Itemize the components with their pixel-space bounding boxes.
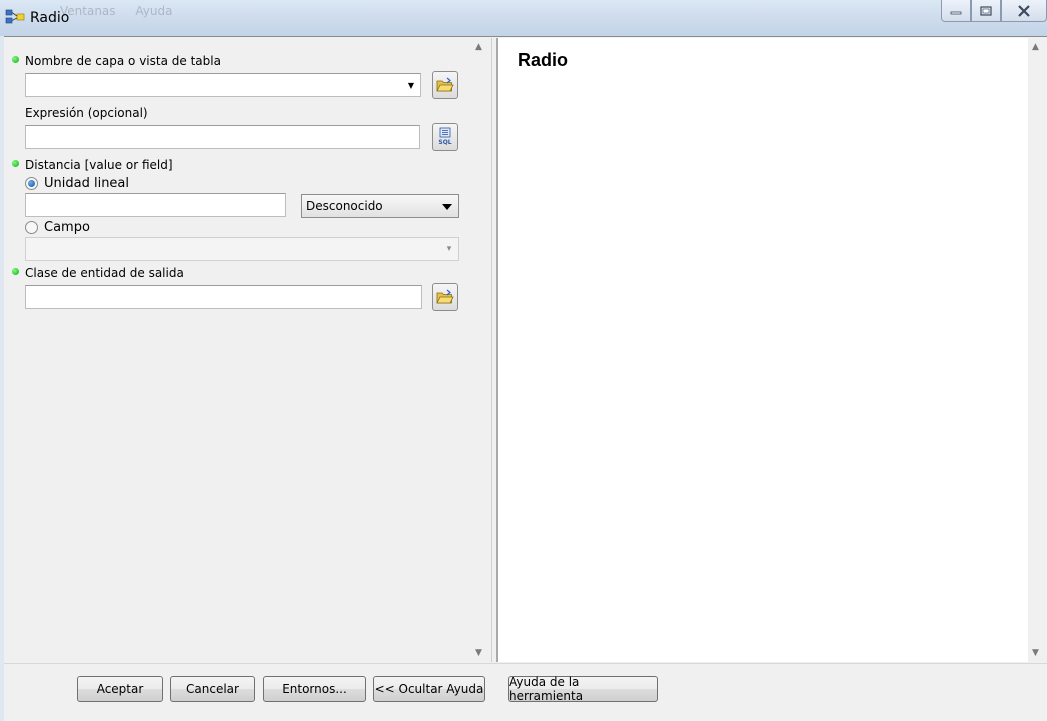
cancel-button-label: Cancelar (186, 682, 239, 696)
hide-help-button-label: << Ocultar Ayuda (374, 682, 484, 696)
linear-unit-input[interactable] (25, 193, 286, 217)
background-menu: Ventanas Ayuda (60, 4, 188, 18)
scroll-up-icon[interactable]: ▲ (475, 42, 482, 52)
background-menu-item: Ayuda (135, 4, 173, 18)
maximize-icon (980, 5, 992, 16)
tool-help-button-label: Ayuda de la herramienta (509, 675, 584, 703)
input-layer-browse-button[interactable] (432, 71, 458, 99)
output-input[interactable] (25, 285, 422, 309)
sql-icon: SQL (438, 127, 452, 146)
help-scrollbar[interactable]: ▲ ▼ (1028, 38, 1046, 662)
chevron-down-icon[interactable]: ▼ (404, 77, 418, 93)
button-bar: Aceptar Cancelar Entornos... << Ocultar … (4, 663, 1047, 721)
sql-text: SQL (438, 139, 451, 146)
required-indicator-icon (12, 56, 19, 63)
field-radio[interactable] (25, 221, 38, 234)
help-panel: Radio (496, 38, 1030, 662)
expression-label: Expresión (opcional) (25, 106, 148, 120)
parameters-panel: Nombre de capa o vista de tabla ▼ Expres… (4, 38, 492, 662)
distance-label: Distancia [value or field] (25, 158, 173, 172)
output-browse-button[interactable] (432, 283, 458, 311)
ok-button-label: Aceptar (96, 682, 144, 696)
expression-input[interactable] (25, 125, 420, 149)
input-layer-label: Nombre de capa o vista de tabla (25, 54, 221, 68)
sql-builder-button[interactable]: SQL (432, 123, 458, 151)
unit-select[interactable]: Desconocido (301, 194, 459, 218)
field-label: Campo (44, 220, 90, 235)
minimize-icon (950, 11, 962, 14)
field-combobox: ▾ (25, 237, 459, 261)
open-folder-icon (436, 77, 454, 92)
tool-help-button[interactable]: Ayuda de la herramienta (508, 675, 658, 703)
chevron-down-icon (442, 204, 452, 210)
scroll-down-icon[interactable]: ▼ (1032, 648, 1039, 658)
ok-button[interactable]: Aceptar (77, 676, 163, 702)
window-controls (941, 0, 1047, 22)
input-layer-combobox[interactable]: ▼ (25, 73, 421, 97)
required-indicator-icon (12, 160, 19, 167)
close-button[interactable] (1001, 0, 1047, 22)
dialog-body: Nombre de capa o vista de tabla ▼ Expres… (4, 36, 1047, 721)
parameters-scrollbar[interactable]: ▲ ▼ (471, 38, 489, 662)
scroll-down-icon[interactable]: ▼ (475, 648, 482, 658)
cancel-button[interactable]: Cancelar (170, 676, 255, 702)
environments-button[interactable]: Entornos... (263, 676, 366, 702)
hide-help-button[interactable]: << Ocultar Ayuda (373, 676, 485, 702)
linear-unit-label: Unidad lineal (44, 176, 130, 191)
open-folder-icon (436, 289, 454, 304)
title-bar: Ventanas Ayuda Radio (0, 0, 1047, 36)
linear-unit-radio[interactable] (25, 177, 38, 190)
help-title: Radio (518, 50, 569, 70)
output-label: Clase de entidad de salida (25, 266, 184, 280)
scroll-up-icon[interactable]: ▲ (1032, 42, 1039, 52)
unit-select-value: Desconocido (306, 199, 383, 213)
window-title: Radio (30, 10, 70, 26)
required-indicator-icon (12, 268, 19, 275)
model-tool-icon (5, 9, 25, 24)
close-icon (1018, 4, 1030, 17)
chevron-down-icon: ▾ (446, 244, 452, 254)
minimize-button[interactable] (941, 0, 971, 22)
environments-button-label: Entornos... (282, 682, 347, 696)
maximize-button[interactable] (971, 0, 1001, 22)
